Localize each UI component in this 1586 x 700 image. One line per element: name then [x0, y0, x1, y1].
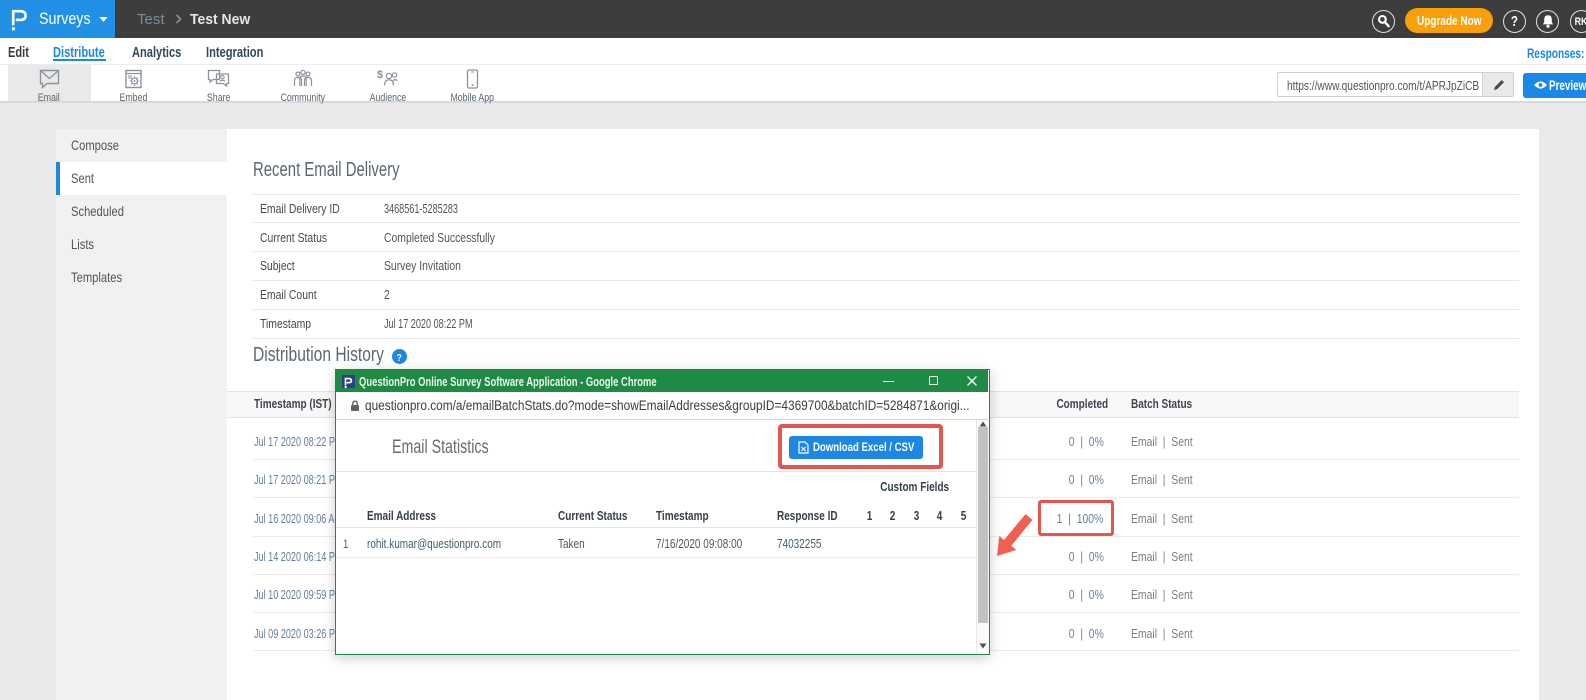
svg-text:$: $: [377, 69, 383, 81]
